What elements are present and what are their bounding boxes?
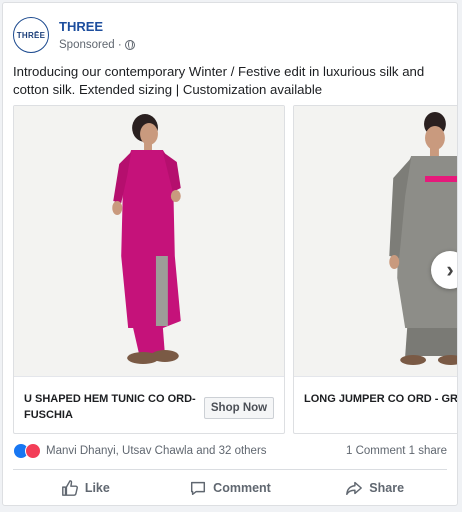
reaction-names[interactable]: Manvi Dhanyi, Utsav Chawla and 32 others — [46, 445, 267, 457]
product-image[interactable] — [14, 106, 284, 376]
carousel-card[interactable]: U SHAPED HEM TUNIC CO ORD-FUSCHIA Shop N… — [13, 105, 285, 434]
avatar-logo-text: THRĒE — [16, 30, 46, 40]
shop-now-button[interactable]: Shop Now — [204, 397, 274, 419]
globe-icon — [124, 40, 135, 50]
thumbs-up-icon — [61, 480, 78, 496]
share-icon — [346, 481, 363, 496]
sponsored-label: Sponsored · — [59, 39, 135, 51]
share-label: Share — [369, 481, 405, 495]
like-label: Like — [84, 481, 110, 495]
product-title[interactable]: U SHAPED HEM TUNIC CO ORD-FUSCHIA — [24, 391, 202, 423]
post-header: THRĒE THREE Sponsored · — [13, 17, 443, 57]
like-button[interactable]: Like — [13, 473, 158, 503]
reaction-icons[interactable] — [13, 443, 45, 459]
sponsored-text: Sponsored · — [59, 39, 122, 51]
carousel-card-footer: LONG JUMPER CO ORD - GREY — [294, 376, 457, 433]
post-text: Introducing our contemporary Winter / Fe… — [13, 64, 425, 97]
comment-icon — [191, 481, 206, 496]
chevron-right-icon: › — [446, 257, 454, 282]
carousel-card-footer: U SHAPED HEM TUNIC CO ORD-FUSCHIA Shop N… — [14, 376, 284, 433]
page-avatar[interactable]: THRĒE — [13, 17, 49, 53]
page-name[interactable]: THREE — [59, 19, 103, 34]
product-title[interactable]: LONG JUMPER CO ORD - GREY — [304, 391, 457, 407]
product-image[interactable] — [294, 106, 458, 376]
reactions-bar: Manvi Dhanyi, Utsav Chawla and 32 others… — [13, 441, 447, 463]
comment-button[interactable]: Comment — [158, 473, 303, 503]
divider — [13, 469, 447, 470]
love-reaction-icon — [25, 443, 41, 459]
comment-label: Comment — [213, 481, 271, 495]
product-carousel: U SHAPED HEM TUNIC CO ORD-FUSCHIA Shop N… — [13, 105, 458, 435]
ad-post-card: THRĒE THREE Sponsored · Introducing our … — [2, 2, 458, 506]
action-bar: Like Comment Share — [13, 473, 447, 503]
share-button[interactable]: Share — [302, 473, 447, 503]
comments-shares-count[interactable]: 1 Comment 1 share — [346, 445, 447, 457]
